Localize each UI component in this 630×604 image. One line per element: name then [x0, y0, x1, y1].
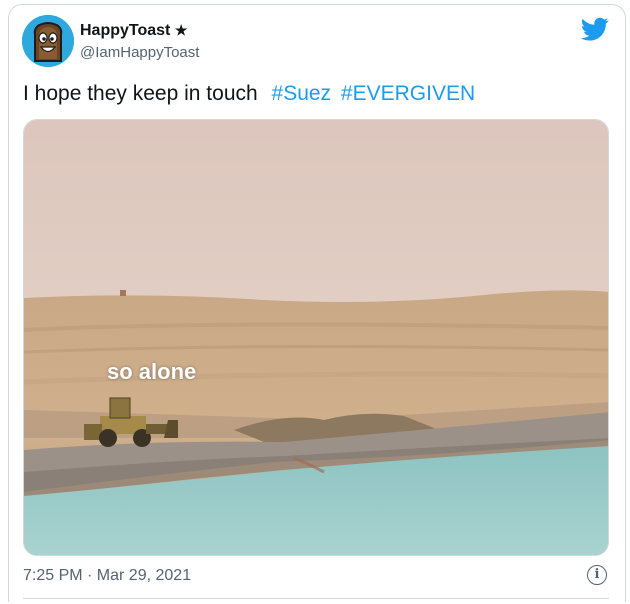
tweet-media-image[interactable]: so alone — [23, 119, 609, 556]
tweet-text: I hope they keep in touch #Suez #EVERGIV… — [23, 82, 475, 106]
hashtag-evergiven[interactable]: #EVERGIVEN — [341, 82, 475, 105]
hashtag-suez[interactable]: #Suez — [272, 82, 332, 105]
canal-photo — [24, 120, 608, 555]
tweet-timestamp[interactable]: 7:25 PM · Mar 29, 2021 — [23, 567, 191, 585]
author-display-name[interactable]: HappyToast ★ — [80, 22, 187, 40]
toast-avatar-icon — [22, 15, 74, 67]
footer-divider — [23, 598, 609, 599]
media-caption-overlay: so alone — [107, 359, 197, 384]
info-icon[interactable]: i — [587, 565, 607, 585]
twitter-bird-icon[interactable] — [580, 15, 610, 43]
author-avatar[interactable] — [22, 15, 74, 67]
author-badge: ★ — [174, 22, 188, 38]
tweet-body: I hope they keep in touch — [23, 82, 258, 105]
author-handle[interactable]: @IamHappyToast — [80, 44, 199, 61]
